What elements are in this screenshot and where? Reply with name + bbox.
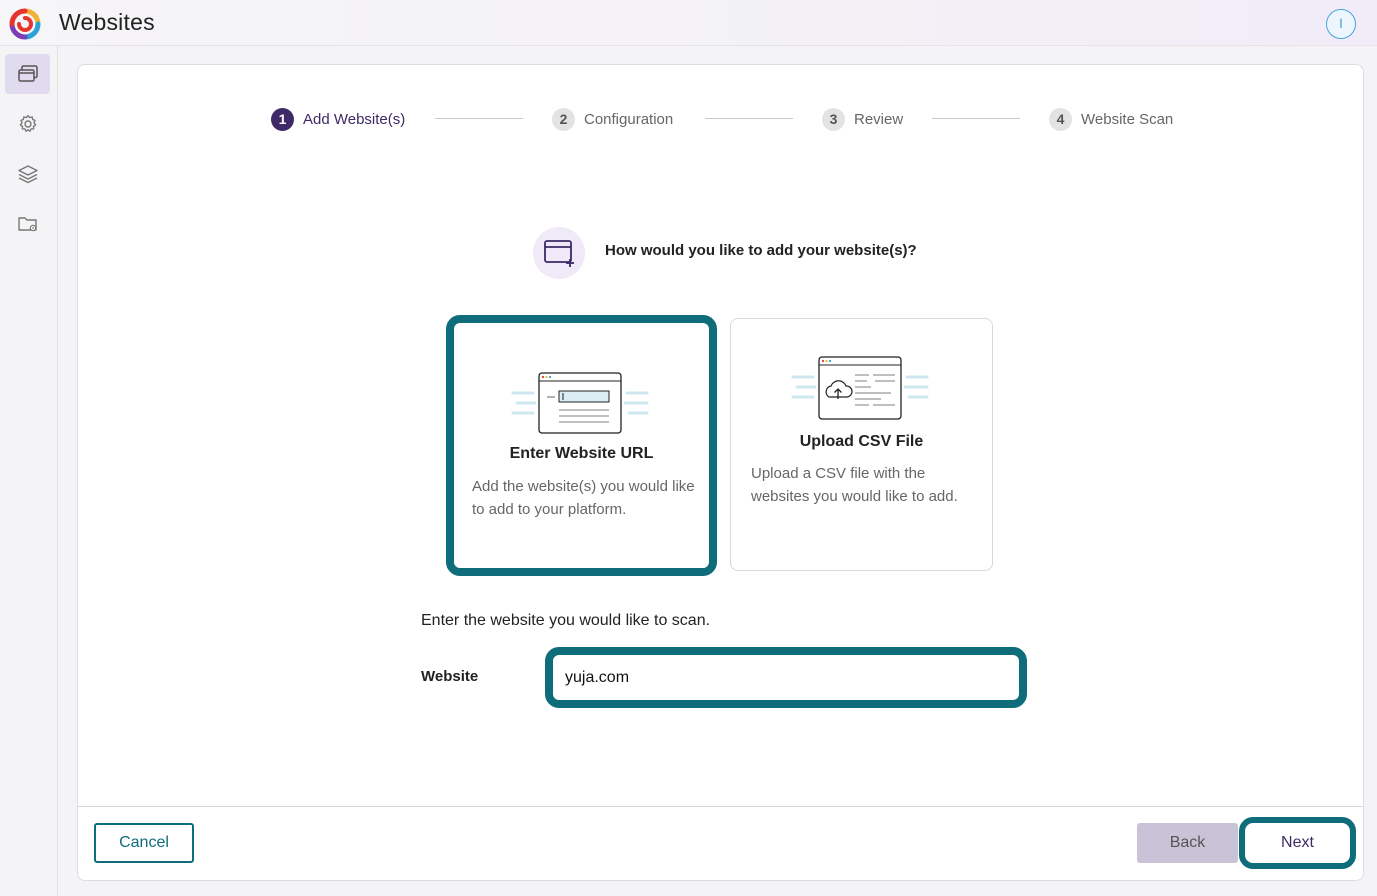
step-label: Website Scan [1081,110,1174,128]
step-connector [932,118,1020,119]
folder-gear-icon [17,217,37,232]
step-label: Review [854,110,904,128]
option-title: Upload CSV File [799,433,924,450]
sidebar-item-settings[interactable] [5,104,50,144]
app-logo-icon[interactable] [8,7,42,41]
step-review: 3 Review [822,107,903,131]
browser-url-illustration-icon [511,372,649,434]
add-website-icon-badge [533,227,585,279]
gear-icon [19,114,36,132]
website-input[interactable] [545,647,1027,708]
option-upload-csv[interactable]: Upload CSV File Upload a CSV file with t… [730,318,993,571]
layers-icon [17,165,38,184]
cancel-button[interactable]: Cancel [94,823,194,863]
option-title: Enter Website URL [509,445,654,462]
website-prompt: Enter the website you would like to scan… [421,612,711,629]
option-description: Upload a CSV file with the websites you … [751,465,958,505]
main-card: 1 Add Website(s) 2 Configuration 3 Revie… [77,64,1364,881]
footer-divider [78,806,1363,807]
sidebar-item-websites[interactable] [5,54,50,94]
step-configuration: 2 Configuration [552,107,673,131]
step-number: 3 [822,107,845,131]
website-label: Website [421,668,479,685]
next-button[interactable]: Next [1239,817,1356,869]
step-number: 2 [552,107,575,131]
sidebar-item-layers[interactable] [5,154,50,194]
back-button[interactable]: Back [1137,823,1238,863]
app-title: Websites [59,9,155,35]
step-label: Add Website(s) [303,110,406,128]
avatar[interactable]: I [1326,9,1356,39]
step-connector [705,118,793,119]
option-description: Add the website(s) you would like to add… [472,478,695,518]
cloud-upload-illustration-icon [791,356,929,420]
step-add-websites: 1 Add Website(s) [271,107,405,131]
step-number: 4 [1049,107,1072,131]
question-text: How would you like to add your website(s… [605,242,917,259]
add-window-icon [544,240,574,267]
step-number: 1 [271,107,294,131]
top-bar: Websites I [0,0,1377,46]
option-enter-url[interactable]: Enter Website URL Add the website(s) you… [446,315,717,576]
step-label: Configuration [584,110,674,128]
sidebar [0,46,58,896]
step-connector [435,118,523,119]
step-website-scan: 4 Website Scan [1049,107,1173,131]
windows-icon [17,65,38,82]
sidebar-item-folder-settings[interactable] [5,204,50,244]
